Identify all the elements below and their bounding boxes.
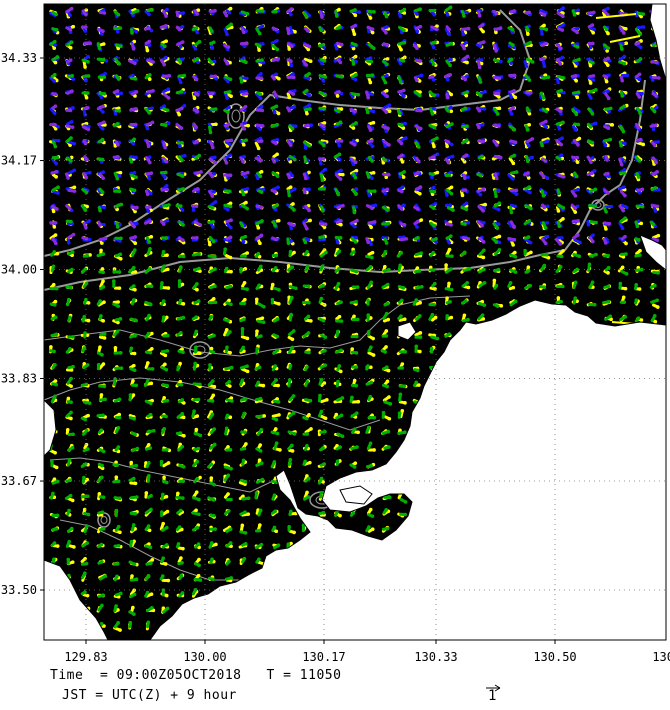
- lon-tick-label: 129.83: [64, 650, 107, 664]
- lat-tick-label: 33.50: [1, 583, 37, 597]
- lat-tick-label: 34.00: [1, 263, 37, 277]
- time-line: Time = 09:00Z05OCT2018 T = 11050: [50, 668, 342, 683]
- jst-line: JST = UTC(Z) + 9 hour: [62, 688, 237, 703]
- lat-tick-label: 33.67: [1, 474, 37, 488]
- current-vector-map: 34.33 34.17 34.00 33.83 33.67 33.50 129.83 130…: [0, 0, 670, 710]
- lon-tick-label: 130.50: [533, 650, 576, 664]
- map-plot-area: [43, 3, 667, 641]
- lon-tick-label: 130.00: [183, 650, 226, 664]
- lat-tick-label: 34.17: [1, 154, 37, 168]
- lon-tick-label: 130.67: [652, 650, 670, 664]
- lon-tick-label: 130.33: [414, 650, 457, 664]
- lat-tick-label: 33.83: [1, 371, 37, 385]
- lat-tick-label: 34.33: [1, 51, 37, 65]
- lon-tick-label: 130.17: [302, 650, 345, 664]
- scale-value: 1: [488, 688, 497, 704]
